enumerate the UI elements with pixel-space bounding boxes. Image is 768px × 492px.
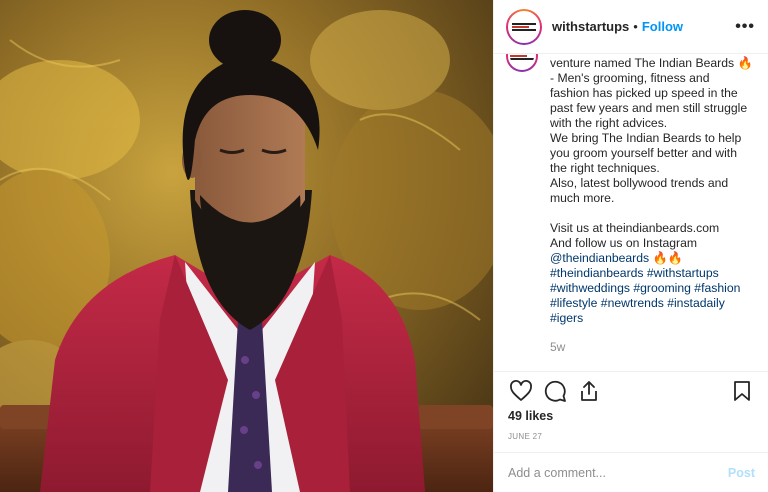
brand-logo-icon	[512, 22, 536, 32]
heart-icon	[510, 380, 532, 401]
caption-line: fashion has picked up speed in the	[550, 86, 738, 100]
separator-dot: •	[633, 19, 638, 34]
follow-button[interactable]: Follow	[642, 19, 683, 34]
comment-input[interactable]	[508, 465, 728, 480]
share-icon	[581, 381, 597, 401]
avatar[interactable]	[506, 8, 542, 45]
caption-line: @theindianbeards 🔥🔥	[550, 251, 760, 266]
caption-line: the right techniques.	[550, 161, 660, 175]
comment-icon	[544, 380, 566, 402]
post-image[interactable]	[0, 0, 493, 492]
caption-line: you groom yourself better and with	[550, 146, 737, 160]
like-button[interactable]	[504, 374, 538, 408]
post-caption: venture named The Indian Beards 🔥 - Men'…	[550, 56, 760, 326]
action-bar	[494, 373, 768, 409]
hashtag-line[interactable]: #igers	[550, 311, 760, 326]
caption-line: with the right advices.	[550, 116, 668, 130]
caption-line: - Men's grooming, fitness and	[550, 71, 710, 85]
fire-emoji: 🔥	[737, 56, 753, 70]
brand-logo-icon	[510, 54, 534, 61]
likes-count[interactable]: 49 likes	[508, 409, 553, 423]
caption-line: Also, latest bollywood trends and	[550, 176, 729, 190]
caption-line: And follow us on Instagram	[550, 236, 698, 250]
caption-line: past few years and men still struggle	[550, 101, 748, 115]
mention-link[interactable]: @theindianbeards	[550, 251, 649, 265]
more-options-icon[interactable]: •••	[735, 18, 755, 36]
fire-emoji: 🔥🔥	[652, 251, 683, 265]
caption-blank-line	[550, 206, 760, 221]
post-date: JUNE 27	[508, 432, 543, 441]
post-age[interactable]: 5w	[550, 340, 565, 354]
caption-scroll-area[interactable]: venture named The Indian Beards 🔥 - Men'…	[494, 54, 768, 372]
post-header: withstartups • Follow •••	[494, 0, 768, 54]
caption-line: We bring The Indian Beards to help	[550, 131, 742, 145]
post-details-panel: withstartups • Follow ••• venture named …	[493, 0, 768, 492]
caption-avatar[interactable]	[506, 54, 538, 72]
hashtag-line[interactable]: #withweddings #grooming #fashion	[550, 281, 760, 296]
comment-bar: Post	[494, 452, 768, 492]
hashtag-line[interactable]: #lifestyle #newtrends #instadaily	[550, 296, 760, 311]
hashtag-line[interactable]: #theindianbeards #withstartups	[550, 266, 760, 281]
post-comment-button[interactable]: Post	[728, 466, 755, 480]
save-button[interactable]	[725, 374, 759, 408]
share-button[interactable]	[572, 374, 606, 408]
caption-line: venture named The Indian Beards 🔥	[550, 56, 753, 70]
caption-line: much more.	[550, 191, 615, 205]
comment-button[interactable]	[538, 374, 572, 408]
caption-avatar-image	[508, 54, 536, 70]
bookmark-icon	[734, 381, 750, 401]
avatar-image	[508, 10, 540, 43]
username-link[interactable]: withstartups	[552, 19, 629, 34]
caption-line: Visit us at theindianbeards.com	[550, 221, 720, 235]
post-photo-illustration	[0, 0, 493, 492]
